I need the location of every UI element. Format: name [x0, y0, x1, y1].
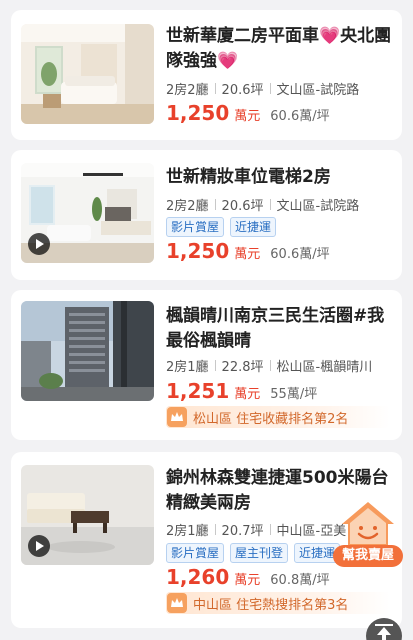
listing-title[interactable]: 楓韻晴川南京三民生活圈#我最俗楓韻晴	[166, 304, 394, 354]
tag-near-mrt: 近捷運	[230, 217, 277, 237]
ranking-banner[interactable]: 中山區 住宅熱搜排名第3名	[166, 592, 390, 614]
play-video-icon[interactable]	[28, 535, 50, 557]
tag-video-tour: 影片賞屋	[166, 543, 225, 563]
listing-location: 文山區-試院路	[276, 83, 360, 98]
listing-card[interactable]: 楓韻晴川南京三民生活圈#我最俗楓韻晴 2房1廳 22.8坪 松山區-楓韻晴川 1…	[11, 290, 402, 440]
price-value: 1,251	[166, 379, 230, 403]
unit-price: 60.8萬/坪	[270, 573, 330, 588]
tag-owner-listed: 屋主刊登	[230, 543, 289, 563]
listing-photo[interactable]	[21, 301, 154, 401]
sell-house-button[interactable]: 幫我賣屋	[331, 500, 405, 570]
tag-list: 影片賞屋 近捷運	[166, 217, 396, 237]
house-smile-icon	[342, 502, 394, 546]
crown-icon	[167, 407, 187, 427]
tag-video-tour: 影片賞屋	[166, 217, 225, 237]
listing-title[interactable]: 世新精妝車位電梯2房	[166, 165, 394, 190]
sell-house-label: 幫我賣屋	[333, 545, 403, 567]
price-unit: 萬元	[234, 109, 261, 124]
separator	[269, 360, 271, 371]
listing-meta: 2房1廳 20.7坪 中山區-亞美	[166, 520, 346, 539]
listing-price: 1,250 萬元 60.6萬/坪	[166, 239, 330, 263]
listing-price: 1,250 萬元 60.6萬/坪	[166, 101, 330, 125]
crown-icon	[167, 593, 187, 613]
listing-layout: 2房2廳	[166, 83, 209, 98]
separator	[214, 83, 216, 94]
listing-card[interactable]: 世新華廈二房平面車💗央北團隊強強💗 2房2廳 20.6坪 文山區-試院路 1,2…	[11, 10, 402, 140]
listing-size: 22.8坪	[221, 360, 264, 375]
listing-price: 1,260 萬元 60.8萬/坪	[166, 565, 330, 589]
listing-meta: 2房1廳 22.8坪 松山區-楓韻晴川	[166, 356, 372, 375]
arrow-up-icon	[375, 624, 393, 640]
listing-size: 20.6坪	[221, 199, 264, 214]
listing-meta: 2房2廳 20.6坪 文山區-試院路	[166, 79, 359, 98]
listing-layout: 2房2廳	[166, 199, 209, 214]
listing-location: 文山區-試院路	[276, 199, 360, 214]
ranking-text: 中山區 住宅熱搜排名第3名	[193, 597, 349, 613]
listing-meta: 2房2廳 20.6坪 文山區-試院路	[166, 195, 359, 214]
ranking-text: 松山區 住宅收藏排名第2名	[193, 411, 349, 427]
listing-card[interactable]: 世新精妝車位電梯2房 2房2廳 20.6坪 文山區-試院路 影片賞屋 近捷運 1…	[11, 150, 402, 280]
separator	[214, 199, 216, 210]
listing-photo[interactable]	[21, 465, 154, 565]
listing-size: 20.7坪	[221, 524, 264, 539]
listing-price: 1,251 萬元 55萬/坪	[166, 379, 317, 403]
listing-location: 松山區-楓韻晴川	[276, 360, 373, 375]
listing-photo[interactable]	[21, 163, 154, 263]
play-video-icon[interactable]	[28, 233, 50, 255]
separator	[214, 360, 216, 371]
separator	[269, 524, 271, 535]
listing-size: 20.6坪	[221, 83, 264, 98]
listing-layout: 2房1廳	[166, 360, 209, 375]
unit-price: 55萬/坪	[270, 387, 318, 402]
price-value: 1,250	[166, 239, 230, 263]
price-unit: 萬元	[234, 247, 261, 262]
price-value: 1,260	[166, 565, 230, 589]
listing-layout: 2房1廳	[166, 524, 209, 539]
separator	[269, 83, 271, 94]
unit-price: 60.6萬/坪	[270, 247, 330, 262]
separator	[269, 199, 271, 210]
listing-title[interactable]: 世新華廈二房平面車💗央北團隊強強💗	[166, 24, 394, 74]
listing-photo[interactable]	[21, 24, 154, 124]
unit-price: 60.6萬/坪	[270, 109, 330, 124]
price-value: 1,250	[166, 101, 230, 125]
price-unit: 萬元	[234, 387, 261, 402]
price-unit: 萬元	[234, 573, 261, 588]
ranking-banner[interactable]: 松山區 住宅收藏排名第2名	[166, 406, 390, 428]
separator	[214, 524, 216, 535]
